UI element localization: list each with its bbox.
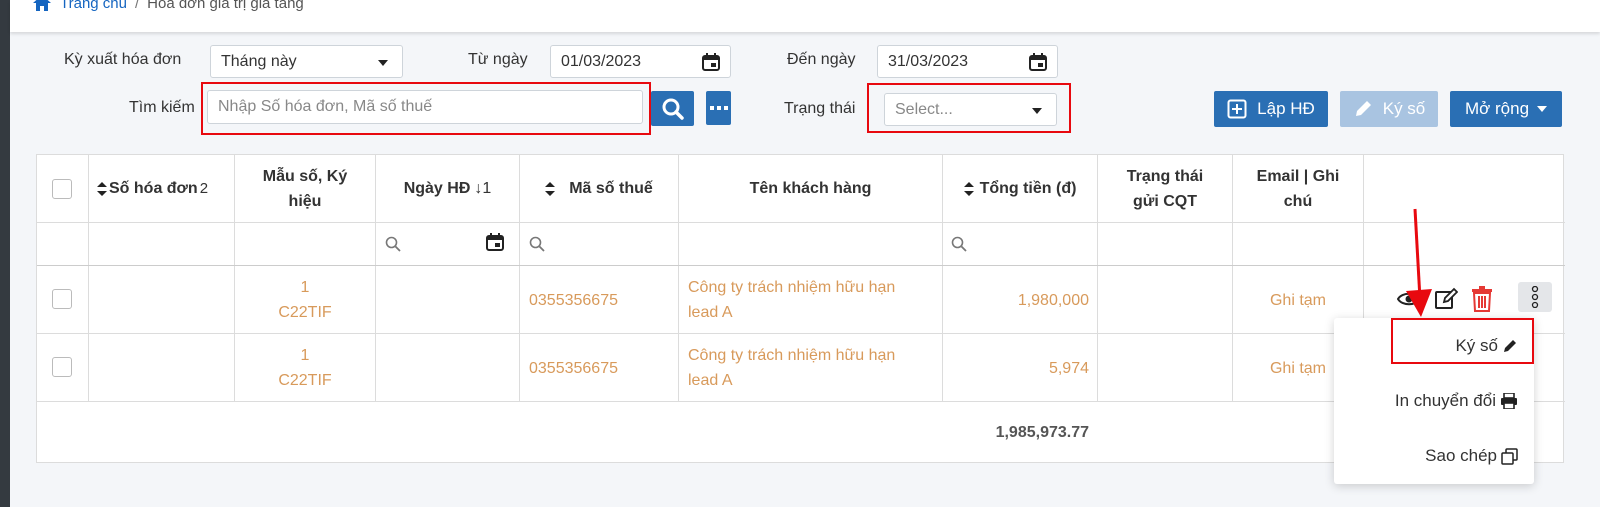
row-tax-code: 0355356675 bbox=[529, 292, 618, 309]
row-checkbox[interactable] bbox=[52, 357, 72, 377]
row-template: 1 C22TIF bbox=[235, 275, 375, 325]
breadcrumb-current: Hóa đơn giá trị gia tăng bbox=[147, 0, 304, 12]
to-date-value: 31/03/2023 bbox=[888, 52, 969, 70]
col-email-line2: chú bbox=[1283, 192, 1313, 210]
more-vertical-icon bbox=[1531, 286, 1539, 308]
plus-square-icon bbox=[1227, 99, 1247, 119]
chevron-down-icon bbox=[378, 60, 388, 66]
sign-button[interactable]: Ký số bbox=[1340, 91, 1438, 127]
col-template[interactable]: Mẫu số, Ký hiệu bbox=[235, 155, 375, 222]
search-icon bbox=[385, 236, 401, 252]
sort-icon bbox=[545, 181, 556, 196]
period-label: Kỳ xuất hóa đơn bbox=[64, 51, 182, 68]
highlight-status-box bbox=[867, 83, 1071, 133]
print-icon bbox=[1501, 393, 1517, 409]
col-tax-code[interactable]: Mã số thuế bbox=[520, 155, 678, 222]
sidebar-strip bbox=[0, 0, 10, 507]
col-invoice-no-sort: 2 bbox=[199, 180, 209, 197]
menu-item-print-convert-label: In chuyển đổi bbox=[1394, 391, 1496, 410]
row-more-button[interactable] bbox=[1518, 282, 1552, 312]
row-customer-line1: Công ty trách nhiệm hữu hạn bbox=[688, 279, 896, 296]
sign-button-label: Ký số bbox=[1382, 99, 1426, 118]
trash-icon[interactable] bbox=[1471, 286, 1493, 312]
col-customer[interactable]: Tên khách hàng bbox=[679, 155, 942, 222]
col-template-line2: hiệu bbox=[288, 192, 322, 210]
search-icon bbox=[529, 236, 545, 252]
col-tax-code-label: Mã số thuế bbox=[569, 180, 653, 197]
expand-menu-button[interactable]: Mở rộng bbox=[1450, 91, 1562, 127]
col-cqt-status[interactable]: Trạng thái gửi CQT bbox=[1098, 155, 1232, 222]
grand-total: 1,985,973.77 bbox=[995, 424, 1089, 441]
create-invoice-button[interactable]: Lập HĐ bbox=[1214, 91, 1328, 127]
col-cqt-line1: Trạng thái bbox=[1126, 167, 1204, 185]
col-email-note[interactable]: Email | Ghi chú bbox=[1233, 155, 1363, 222]
calendar-icon[interactable] bbox=[486, 233, 504, 251]
edit-icon[interactable] bbox=[1434, 287, 1458, 311]
row-symbol: C22TIF bbox=[278, 372, 332, 389]
row-customer: Công ty trách nhiệm hữu hạn lead A bbox=[688, 275, 938, 325]
pencil-icon bbox=[1355, 101, 1371, 116]
row-customer-line2: lead A bbox=[688, 372, 733, 389]
period-select[interactable]: Tháng này bbox=[210, 45, 403, 78]
expand-menu-label: Mở rộng bbox=[1464, 99, 1530, 118]
to-date-input[interactable]: 31/03/2023 bbox=[877, 45, 1058, 78]
col-template-line1: Mẫu số, Ký bbox=[262, 167, 348, 185]
select-all-checkbox[interactable] bbox=[52, 179, 72, 199]
row-checkbox[interactable] bbox=[52, 289, 72, 309]
from-date-input[interactable]: 01/03/2023 bbox=[550, 45, 731, 78]
annotation-arrow bbox=[1406, 208, 1432, 317]
from-date-value: 01/03/2023 bbox=[561, 52, 642, 70]
create-invoice-label: Lập HĐ bbox=[1257, 99, 1315, 118]
col-email-line1: Email | Ghi bbox=[1256, 167, 1340, 185]
col-date-sort: ↓1 bbox=[474, 180, 492, 197]
caret-down-icon bbox=[1537, 106, 1548, 112]
search-button[interactable] bbox=[651, 91, 694, 126]
more-filters-button[interactable] bbox=[706, 91, 731, 125]
copy-icon bbox=[1501, 447, 1518, 465]
menu-item-copy-label: Sao chép bbox=[1425, 446, 1497, 465]
to-date-label: Đến ngày bbox=[787, 51, 856, 68]
calendar-icon[interactable] bbox=[702, 53, 720, 71]
home-icon bbox=[33, 0, 51, 11]
col-cqt-line2: gửi CQT bbox=[1132, 192, 1198, 210]
col-customer-label: Tên khách hàng bbox=[749, 180, 872, 197]
col-total[interactable]: Tổng tiền (đ) bbox=[943, 155, 1097, 222]
row-tax-code: 0355356675 bbox=[529, 360, 618, 377]
row-template-no: 1 bbox=[300, 279, 310, 296]
from-date-label: Từ ngày bbox=[468, 51, 528, 68]
row-note: Ghi tạm bbox=[1269, 292, 1326, 309]
top-header: Trang chủ / Hóa đơn giá trị gia tăng bbox=[10, 0, 1600, 32]
search-icon bbox=[662, 98, 684, 120]
more-horizontal-icon bbox=[709, 106, 728, 110]
sort-icon bbox=[963, 181, 974, 196]
col-date[interactable]: Ngày HĐ ↓1 bbox=[376, 155, 519, 222]
highlight-sign-menu-item bbox=[1391, 318, 1534, 364]
calendar-icon[interactable] bbox=[1029, 53, 1047, 71]
sort-icon bbox=[97, 181, 107, 196]
period-select-value: Tháng này bbox=[221, 52, 297, 70]
row-customer-line2: lead A bbox=[688, 304, 733, 321]
col-date-label: Ngày HĐ bbox=[403, 180, 471, 197]
breadcrumb-home-label[interactable]: Trang chủ bbox=[60, 0, 127, 12]
col-invoice-no[interactable]: Số hóa đơn 2 bbox=[97, 155, 234, 222]
row-customer: Công ty trách nhiệm hữu hạn lead A bbox=[688, 343, 938, 393]
menu-item-print-convert[interactable]: In chuyển đổi bbox=[1395, 391, 1518, 411]
breadcrumb-home[interactable]: Trang chủ bbox=[32, 0, 127, 12]
search-label: Tìm kiếm bbox=[129, 99, 195, 116]
breadcrumb-separator: / bbox=[134, 0, 140, 12]
col-total-label: Tổng tiền (đ) bbox=[979, 180, 1077, 197]
breadcrumb: Trang chủ / Hóa đơn giá trị gia tăng bbox=[32, 0, 304, 12]
row-total: 5,974 bbox=[1048, 360, 1089, 377]
row-customer-line1: Công ty trách nhiệm hữu hạn bbox=[688, 347, 896, 364]
row-template: 1 C22TIF bbox=[235, 343, 375, 393]
status-label: Trạng thái bbox=[784, 100, 856, 117]
col-invoice-no-label: Số hóa đơn bbox=[109, 180, 198, 197]
row-template-no: 1 bbox=[300, 347, 310, 364]
highlight-search-box bbox=[201, 82, 651, 135]
row-total: 1,980,000 bbox=[1017, 292, 1089, 309]
row-symbol: C22TIF bbox=[278, 304, 332, 321]
menu-item-copy[interactable]: Sao chép bbox=[1425, 446, 1518, 466]
search-icon bbox=[951, 236, 967, 252]
